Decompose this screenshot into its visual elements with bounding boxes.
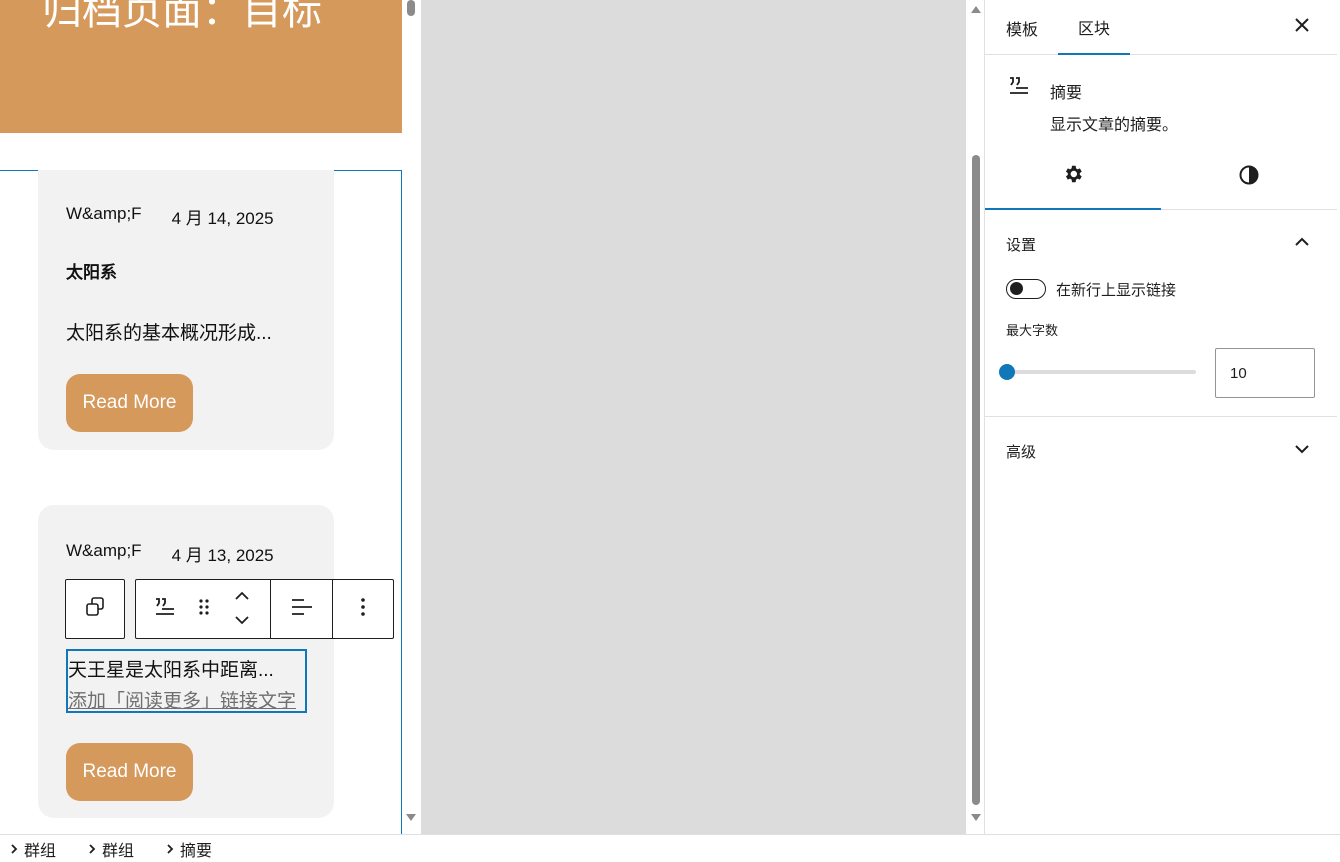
contrast-icon (1238, 164, 1260, 191)
block-card: 摘要 显示文章的摘要。 (985, 55, 1337, 145)
drag-handle[interactable] (194, 580, 214, 638)
scroll-up-arrow-icon[interactable] (971, 6, 981, 13)
post-meta: W&amp;F 4 月 14, 2025 (66, 204, 274, 229)
slider-thumb[interactable] (999, 364, 1015, 380)
post-author[interactable]: W&amp;F (66, 204, 142, 229)
toggle-label: 在新行上显示链接 (1056, 281, 1177, 299)
drag-handle-icon (198, 597, 210, 622)
max-words-slider[interactable] (1006, 370, 1196, 374)
block-description: 显示文章的摘要。 (1050, 117, 1179, 134)
move-buttons (214, 580, 270, 638)
tab-settings[interactable] (985, 145, 1161, 210)
toggle-knob (1010, 282, 1023, 295)
block-toolbar-parent (65, 579, 125, 639)
panel-divider (985, 416, 1337, 417)
block-breadcrumb: 群组 群组 摘要 (0, 834, 1340, 862)
post-author[interactable]: W&amp;F (66, 541, 142, 566)
canvas-background (421, 0, 966, 834)
advanced-panel-title: 高级 (1006, 444, 1037, 461)
excerpt-block-icon (1007, 75, 1031, 102)
select-parent-button[interactable] (66, 580, 124, 638)
block-type-button[interactable] (136, 580, 194, 638)
close-icon (1295, 17, 1309, 37)
scroll-down-arrow-icon[interactable] (971, 814, 981, 821)
settings-panel-title: 设置 (1006, 237, 1037, 254)
more-options-button[interactable] (332, 580, 393, 638)
scroll-down-arrow-icon[interactable] (406, 814, 416, 821)
selected-excerpt-block[interactable]: 天王星是太阳系中距离... 添加「阅读更多」链接文字 (66, 649, 307, 713)
post-card[interactable]: W&amp;F 4 月 14, 2025 太阳系 太阳系的基本概况形成... R… (38, 170, 334, 450)
tab-template[interactable]: 模板 (993, 0, 1051, 55)
chevron-right-icon (160, 843, 180, 855)
tab-block[interactable]: 区块 (1058, 0, 1130, 55)
read-more-text-placeholder[interactable]: 添加「阅读更多」链接文字 (68, 686, 296, 713)
gear-icon (1062, 163, 1084, 190)
excerpt-block-icon (153, 596, 177, 623)
post-date[interactable]: 4 月 13, 2025 (172, 541, 274, 566)
post-title[interactable]: 太阳系 (66, 258, 117, 283)
settings-panel-header[interactable]: 设置 (985, 218, 1337, 268)
canvas-scrollbar[interactable] (403, 0, 419, 834)
editor-window: 归档页面：目标 W&amp;F 4 月 14, 2025 太阳系 太阳系的基本概… (0, 0, 1340, 862)
inspector-tabs (985, 145, 1337, 210)
archive-header-cover[interactable]: 归档页面：目标 (0, 0, 402, 133)
post-excerpt[interactable]: 天王星是太阳系中距离... (68, 655, 274, 682)
breadcrumb-item-excerpt[interactable]: 摘要 (180, 837, 212, 861)
move-up-icon[interactable] (234, 588, 250, 606)
post-meta: W&amp;F 4 月 13, 2025 (66, 541, 274, 566)
new-line-link-toggle-row: 在新行上显示链接 (1006, 278, 1176, 300)
more-options-icon (360, 596, 366, 623)
breadcrumb-item-group[interactable]: 群组 (102, 837, 134, 861)
new-line-link-toggle[interactable] (1006, 279, 1046, 299)
scrollbar-thumb[interactable] (407, 0, 415, 16)
chevron-right-icon (82, 843, 102, 855)
post-excerpt[interactable]: 太阳系的基本概况形成... (66, 318, 272, 345)
scrollbar-thumb[interactable] (972, 155, 980, 805)
advanced-panel-header[interactable]: 高级 (985, 425, 1337, 475)
close-sidebar-button[interactable] (1287, 12, 1317, 42)
archive-title[interactable]: 归档页面：目标 (42, 0, 322, 36)
chevron-up-icon (1295, 234, 1309, 252)
read-more-button[interactable]: Read More (66, 743, 193, 801)
block-name: 摘要 (1050, 85, 1083, 102)
transform-icon (84, 596, 106, 623)
read-more-button[interactable]: Read More (66, 374, 193, 432)
breadcrumb-item-group[interactable]: 群组 (24, 837, 56, 861)
max-words-label: 最大字数 (1006, 323, 1059, 338)
editor-canvas: 归档页面：目标 W&amp;F 4 月 14, 2025 太阳系 太阳系的基本概… (0, 0, 402, 834)
chevron-right-icon (4, 843, 24, 855)
sidebar-tabs: 模板 区块 (985, 0, 1337, 55)
align-button[interactable] (270, 580, 332, 638)
post-date[interactable]: 4 月 14, 2025 (172, 204, 274, 229)
sidebar-scrollbar[interactable] (968, 0, 984, 834)
align-icon (290, 596, 314, 623)
max-words-input[interactable] (1215, 348, 1315, 398)
tab-styles[interactable] (1161, 145, 1337, 210)
chevron-down-icon (1295, 441, 1309, 459)
settings-sidebar: 模板 区块 摘要 显示文章的摘要。 设置 在新行上显示链接 最大字数 10 高级 (984, 0, 1340, 834)
move-down-icon[interactable] (234, 612, 250, 630)
block-toolbar (135, 579, 394, 639)
